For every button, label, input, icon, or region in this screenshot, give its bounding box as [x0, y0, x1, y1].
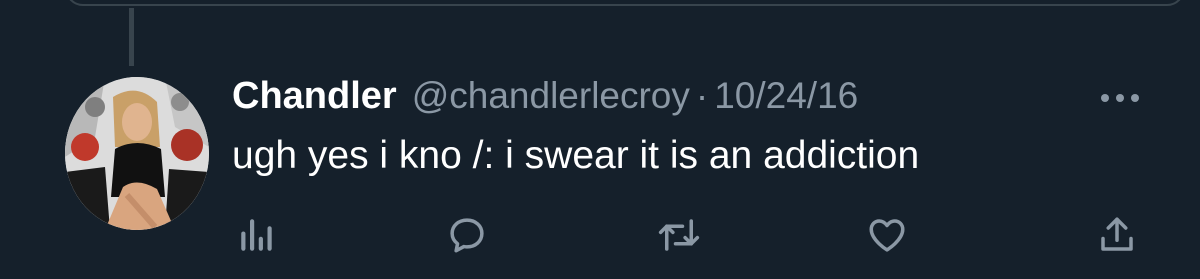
- reply-button[interactable]: [440, 210, 494, 260]
- user-handle[interactable]: @chandlerlecroy: [412, 75, 690, 117]
- like-button[interactable]: [860, 210, 914, 260]
- retweet-icon: [658, 219, 700, 251]
- ellipsis-icon: [1101, 94, 1139, 102]
- share-upload-icon: [1101, 217, 1133, 251]
- avatar[interactable]: [65, 77, 209, 230]
- bar-chart-icon: [241, 219, 272, 251]
- thread-connector-line: [129, 8, 134, 66]
- display-name[interactable]: Chandler: [232, 75, 397, 118]
- heart-icon: [869, 219, 905, 252]
- tweet-date[interactable]: 10/24/16: [714, 75, 858, 117]
- quoted-tweet-card-edge: [65, 0, 1185, 6]
- share-button[interactable]: [1090, 210, 1144, 260]
- views-button[interactable]: [230, 210, 284, 260]
- tweet-header: Chandler @chandlerlecroy · 10/24/16: [232, 75, 858, 123]
- avatar-photo: [65, 77, 209, 230]
- speech-bubble-icon: [450, 218, 484, 253]
- more-options-button[interactable]: [1098, 88, 1142, 108]
- separator-dot: ·: [695, 75, 709, 116]
- tweet-text: ugh yes i kno /: i swear it is an addict…: [232, 134, 920, 177]
- retweet-button[interactable]: [652, 210, 706, 260]
